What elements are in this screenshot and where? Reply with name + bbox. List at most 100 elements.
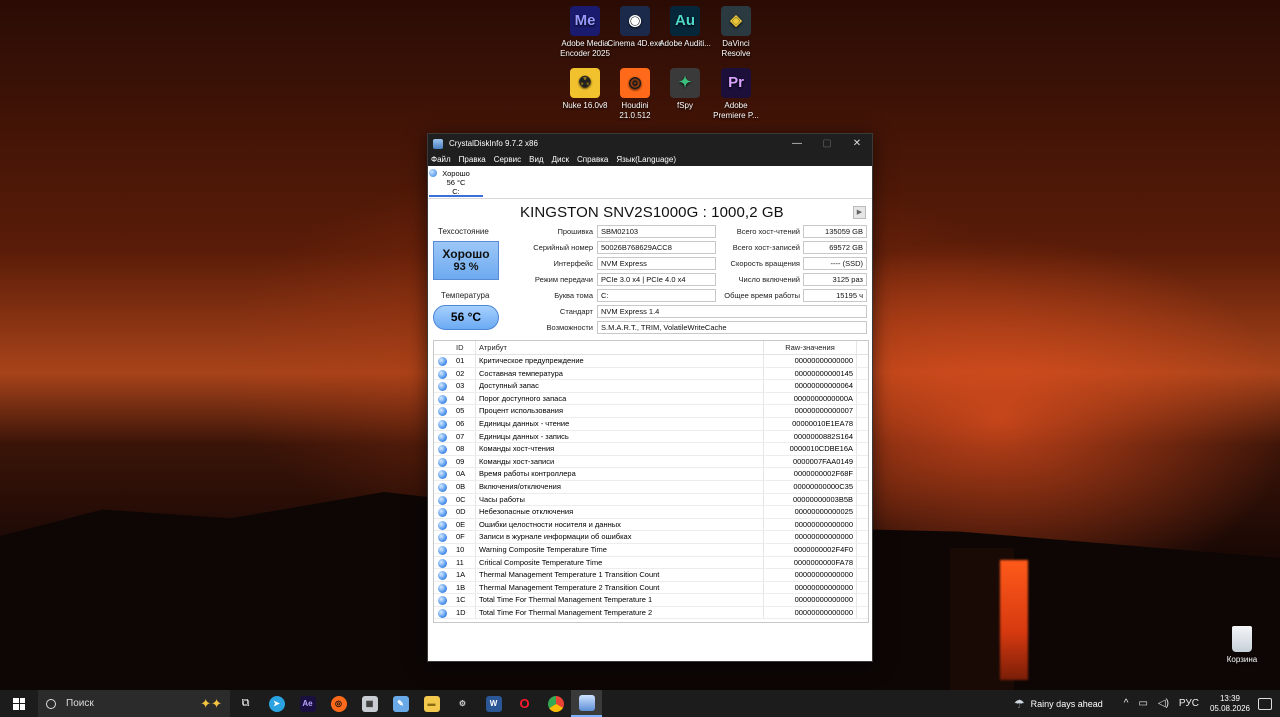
table-row[interactable]: 03 Доступный запас 00000000000064 (434, 380, 868, 393)
crystaldiskinfo-taskbar-icon[interactable] (571, 690, 602, 717)
chevron-up-icon[interactable]: ^ (1124, 698, 1129, 709)
row-raw-value: 0000000882S164 (764, 430, 857, 443)
opera-icon[interactable]: O (509, 690, 540, 717)
smart-table-body: 01 Критическое предупреждение 000000000000… (434, 355, 868, 620)
start-button[interactable] (0, 690, 38, 717)
status-ball-icon (434, 456, 452, 468)
row-attribute: Thermal Management Temperature 1 Transit… (476, 569, 764, 581)
menu-language[interactable]: Язык(Language) (616, 155, 676, 164)
header-id[interactable]: ID (452, 341, 476, 354)
settings-icon[interactable]: ⚙ (447, 690, 478, 717)
status-ball-icon (434, 544, 452, 556)
table-row[interactable]: 0E Ошибки целостности носителя и данных 00… (434, 518, 868, 532)
row-id: 08 (452, 443, 476, 455)
minimize-button[interactable]: — (782, 134, 812, 153)
table-row[interactable]: 09 Команды хост-записи 0000007FAA0149 (434, 455, 868, 469)
calculator-icon[interactable]: ▦ (354, 690, 385, 717)
menu-service[interactable]: Сервис (494, 155, 521, 164)
nuke-icon[interactable]: ☢ Nuke 16.0v8 (557, 68, 613, 111)
table-row[interactable]: 0C Часы работы 00000000003B5B (434, 493, 868, 507)
rotation-value: ---- (SSD) (803, 257, 867, 270)
recycle-bin-icon[interactable]: Корзина (1222, 626, 1262, 664)
row-raw-value: 00000000000064 (764, 380, 857, 392)
row-raw-value: 00000000000000 (764, 581, 857, 594)
maximize-button[interactable]: ▢ (812, 134, 842, 153)
temperature-value[interactable]: 56 °C (433, 305, 499, 330)
row-id: 05 (452, 405, 476, 417)
table-row[interactable]: 0B Включения/отключения 00000000000C35 (434, 480, 868, 494)
table-row[interactable]: 04 Порог доступного запаса 0000000000000A (434, 392, 868, 406)
table-row[interactable]: 08 Команды хост-чтения 0000010CDBE16A (434, 443, 868, 456)
header-attribute[interactable]: Атрибут (476, 341, 764, 354)
menu-disk[interactable]: Диск (552, 155, 569, 164)
header-raw[interactable]: Raw-значения (764, 341, 857, 354)
close-button[interactable]: ✕ (842, 134, 872, 153)
fspy-icon-glyph: ✦ (670, 68, 700, 98)
premiere-pro-icon[interactable]: Pr Adobe Premiere P... (708, 68, 764, 121)
media-encoder-icon[interactable]: Me Adobe Media Encoder 2025 (557, 6, 613, 59)
chrome-icon[interactable] (540, 690, 571, 717)
table-row[interactable]: 0D Небезопасные отключения 00000000000025 (434, 506, 868, 519)
network-icon[interactable]: ▭ (1138, 698, 1147, 709)
task-view-icon[interactable]: ⧉ (230, 690, 261, 717)
houdini-desktop-icon[interactable]: ◎ Houdini 21.0.512 (607, 68, 663, 121)
crystaldiskinfo-window: CrystalDiskInfo 9.7.2 x86 — ▢ ✕ Файл Пра… (427, 133, 873, 662)
menu-view[interactable]: Вид (529, 155, 543, 164)
volume-icon[interactable]: ◁) (1158, 698, 1169, 709)
row-attribute: Небезопасные отключения (476, 506, 764, 518)
pen-tool-icon[interactable]: ✎ (385, 690, 416, 717)
row-id: 0A (452, 468, 476, 480)
table-row[interactable]: 05 Процент использования 00000000000007 (434, 405, 868, 418)
health-status: Хорошо (442, 247, 490, 261)
next-disk-button[interactable]: ▶ (853, 206, 866, 219)
davinci-resolve-icon[interactable]: ◈ DaVinci Resolve (708, 6, 764, 59)
file-explorer-icon[interactable]: ▬ (416, 690, 447, 717)
table-row[interactable]: 01 Критическое предупреждение 000000000000… (434, 355, 868, 368)
row-raw-value: 00000000000000 (764, 518, 857, 531)
status-ball-icon (434, 368, 452, 380)
telegram-icon[interactable]: ➤ (261, 690, 292, 717)
table-row[interactable]: 10 Warning Composite Temperature Time 0000… (434, 543, 868, 557)
row-attribute: Команды хост-чтения (476, 443, 764, 455)
table-row[interactable]: 1B Thermal Management Temperature 2 Trans… (434, 581, 868, 595)
disk-tab-c[interactable]: Хорошо 56 °C C: (429, 168, 483, 197)
row-id: 01 (452, 355, 476, 367)
clock[interactable]: 13:39 05.08.2026 (1210, 694, 1250, 714)
menu-file[interactable]: Файл (431, 155, 451, 164)
menu-help[interactable]: Справка (577, 155, 608, 164)
title-bar[interactable]: CrystalDiskInfo 9.7.2 x86 — ▢ ✕ (428, 134, 872, 153)
houdini-icon[interactable]: ◎ (323, 690, 354, 717)
fspy-icon[interactable]: ✦ fSpy (657, 68, 713, 111)
status-ball-icon (434, 557, 452, 569)
language-indicator[interactable]: РУС (1179, 698, 1199, 709)
status-ball-icon (434, 569, 452, 581)
row-attribute: Critical Composite Temperature Time (476, 556, 764, 569)
after-effects-icon[interactable]: Ae (292, 690, 323, 717)
desktop-wallpaper-glow (1000, 560, 1028, 680)
weather-widget[interactable]: ☂ Rainy days ahead (1014, 697, 1103, 711)
table-row[interactable]: 02 Составная температура 00000000000145 (434, 367, 868, 381)
table-row[interactable]: 07 Единицы данных - запись 0000000882S164 (434, 430, 868, 444)
power-on-count-label: Число включений (738, 275, 800, 284)
row-attribute: Процент использования (476, 405, 764, 417)
desktop-icon-label: fSpy (676, 101, 693, 110)
health-status-box[interactable]: Хорошо 93 % (433, 241, 499, 280)
table-row[interactable]: 06 Единицы данных - чтение 00000010E1EA78 (434, 417, 868, 431)
table-row[interactable]: 0A Время работы контроллера 0000000002F68F (434, 468, 868, 481)
umbrella-icon: ☂ (1013, 696, 1025, 711)
table-row[interactable]: 1A Thermal Management Temperature 1 Trans… (434, 569, 868, 582)
smart-table[interactable]: ID Атрибут Raw-значения 01 Критическое пр… (433, 340, 869, 623)
taskbar-search[interactable]: Поиск ✦✦ (38, 690, 230, 717)
table-row[interactable]: 11 Critical Composite Temperature Time 000… (434, 556, 868, 570)
notification-icon[interactable] (1258, 697, 1272, 710)
disk-tabs: Хорошо 56 °C C: (428, 166, 872, 199)
row-id: 03 (452, 380, 476, 392)
cinema4d-icon[interactable]: ◉ Cinema 4D.exe (607, 6, 663, 49)
table-row[interactable]: 0F Записи в журнале информации об ошибках… (434, 531, 868, 544)
word-icon[interactable]: W (478, 690, 509, 717)
table-row[interactable]: 1C Total Time For Thermal Management Temp… (434, 594, 868, 607)
table-row[interactable]: 1D Total Time For Thermal Management Temp… (434, 606, 868, 620)
audition-icon[interactable]: Au Adobe Auditi... (657, 6, 713, 49)
menu-edit[interactable]: Правка (459, 155, 486, 164)
row-attribute: Единицы данных - запись (476, 430, 764, 443)
